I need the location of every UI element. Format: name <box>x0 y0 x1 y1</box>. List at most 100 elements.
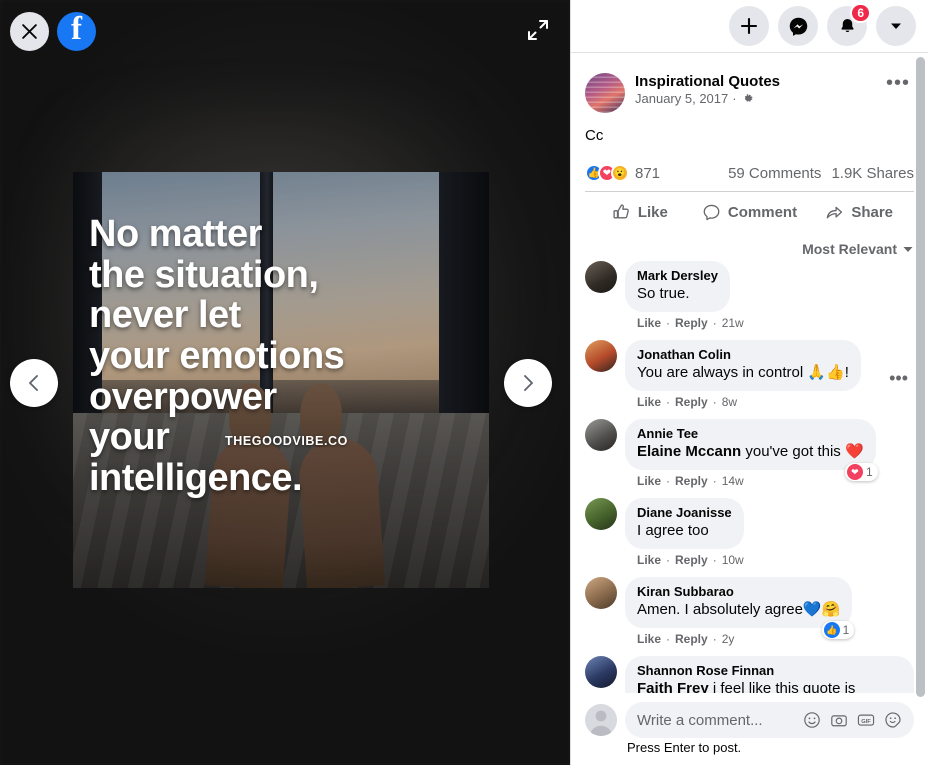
comment-bubble: Diane Joanisse I agree too <box>625 498 744 549</box>
messenger-button[interactable] <box>778 6 818 46</box>
reactions-summary[interactable]: 👍 ❤ 😮 871 <box>585 164 660 182</box>
comment-author[interactable]: Annie Tee <box>637 426 864 442</box>
default-avatar-icon <box>589 710 613 736</box>
notifications-button[interactable]: 6 <box>827 3 871 46</box>
composer-row: Write a comment... GIF <box>585 702 914 738</box>
comment-reply-button[interactable]: Reply <box>675 395 708 409</box>
post-date[interactable]: January 5, 2017 <box>635 91 728 106</box>
fullscreen-button[interactable] <box>522 14 554 46</box>
comment-input-placeholder: Write a comment... <box>637 711 763 729</box>
gear-icon[interactable] <box>741 92 754 105</box>
avatar[interactable] <box>585 498 617 530</box>
comments-count[interactable]: 59 Comments <box>728 165 821 182</box>
comment-actions: Like · Reply · 10w <box>637 553 744 567</box>
expand-icon <box>528 20 548 40</box>
comment-like-button[interactable]: Like <box>637 632 661 646</box>
stage-top-controls: f <box>10 12 96 51</box>
next-photo-button[interactable] <box>504 358 552 407</box>
comment-reply-button[interactable]: Reply <box>675 553 708 567</box>
close-button[interactable] <box>10 12 49 51</box>
close-icon <box>22 24 37 39</box>
page-name[interactable]: Inspirational Quotes <box>635 73 872 90</box>
comment-reply-button[interactable]: Reply <box>675 474 708 488</box>
reaction-icons: 👍 ❤ 😮 <box>585 164 629 182</box>
reaction-wow-icon: 😮 <box>611 164 629 182</box>
shares-count[interactable]: 1.9K Shares <box>831 165 914 182</box>
post-options-button[interactable]: ••• <box>882 73 914 93</box>
comment-mention[interactable]: Elaine Mccann <box>637 443 741 460</box>
post-sidebar: 6 Inspirational Quotes January 5, 2017 · <box>570 0 928 765</box>
comment-bubble: Annie Tee Elaine Mccann you've got this … <box>625 419 878 481</box>
comment-bubble: Kiran Subbarao Amen. I absolutely agree💙… <box>625 577 855 639</box>
comment-timestamp: 21w <box>721 316 744 330</box>
comment-bubble-icon <box>703 204 720 221</box>
comment-label: Comment <box>727 204 798 221</box>
gif-icon[interactable]: GIF <box>857 711 875 729</box>
comment-reply-button[interactable]: Reply <box>675 632 708 646</box>
share-button[interactable]: Share <box>804 196 914 229</box>
comment-timestamp: 2y <box>721 632 735 646</box>
emoji-icon[interactable] <box>803 711 821 729</box>
account-menu-button[interactable] <box>876 6 916 46</box>
comment-sort-selector[interactable]: Most Relevant <box>585 233 914 261</box>
create-button[interactable] <box>729 6 769 46</box>
comment-reaction-badge[interactable]: 👍 1 <box>821 621 855 639</box>
avatar[interactable] <box>585 656 617 688</box>
facebook-logo-button[interactable]: f <box>57 12 96 51</box>
comment-like-button[interactable]: Like <box>637 395 661 409</box>
avatar[interactable] <box>585 261 617 293</box>
comment-actions: Like · Reply · 21w <box>637 316 744 330</box>
avatar[interactable] <box>585 577 617 609</box>
comment-author[interactable]: Kiran Subbarao <box>637 584 840 600</box>
comment-item: Annie Tee Elaine Mccann you've got this … <box>585 419 914 494</box>
comment-author[interactable]: Jonathan Colin <box>637 347 849 363</box>
sticker-icon[interactable] <box>884 711 902 729</box>
comment-bubble: Mark Dersley So true. <box>625 261 730 312</box>
quote-line-2: the situation, <box>89 253 319 296</box>
post-date-row: January 5, 2017 · <box>635 91 872 106</box>
reaction-love-icon: ❤ <box>846 464 863 480</box>
avatar[interactable] <box>585 419 617 451</box>
comment-author[interactable]: Diane Joanisse <box>637 505 732 521</box>
previous-photo-button[interactable] <box>10 358 58 407</box>
comment-timestamp: 10w <box>721 553 744 567</box>
comment-item: Jonathan Colin You are always in control… <box>585 340 914 415</box>
avatar[interactable] <box>585 340 617 372</box>
comment-actions: Like · Reply · 8w <box>637 395 738 409</box>
sidebar-scrollbar[interactable] <box>916 57 925 697</box>
comment-author[interactable]: Mark Dersley <box>637 268 718 284</box>
comment-like-button[interactable]: Like <box>637 316 661 330</box>
comment-author[interactable]: Shannon Rose Finnan <box>637 663 902 679</box>
share-arrow-icon <box>827 206 843 219</box>
comment-options-button[interactable]: ••• <box>883 367 914 389</box>
comment-text-rest: you've got this ❤️ <box>741 443 864 460</box>
comment-body: Mark Dersley So true. Like · Reply · 21w <box>625 261 914 336</box>
comment-reply-button[interactable]: Reply <box>675 316 708 330</box>
comment-item: Mark Dersley So true. Like · Reply · 21w <box>585 261 914 336</box>
comment-like-button[interactable]: Like <box>637 474 661 488</box>
camera-icon[interactable] <box>830 711 848 729</box>
photo-viewer: f No matter the situation, never let you… <box>0 0 928 765</box>
facebook-logo-letter: f <box>71 11 82 47</box>
post-scroll-area[interactable]: Inspirational Quotes January 5, 2017 · •… <box>571 53 928 765</box>
svg-text:GIF: GIF <box>861 719 871 725</box>
comment-body: Kiran Subbarao Amen. I absolutely agree💙… <box>625 577 914 652</box>
photo-image[interactable]: No matter the situation, never let your … <box>73 172 489 588</box>
share-label: Share <box>851 204 894 221</box>
comment-reaction-badge[interactable]: ❤ 1 <box>844 463 878 481</box>
comment-input[interactable]: Write a comment... GIF <box>625 702 914 738</box>
comment-item: Diane Joanisse I agree too Like · Reply … <box>585 498 914 573</box>
comment-button[interactable]: Comment <box>695 196 805 229</box>
avatar[interactable] <box>585 704 617 736</box>
post-date-separator: · <box>732 91 737 106</box>
quote-line-1: No matter <box>89 213 262 255</box>
reaction-count: 871 <box>635 164 661 182</box>
comment-body: Annie Tee Elaine Mccann you've got this … <box>625 419 914 494</box>
post-counts: 59 Comments 1.9K Shares <box>728 165 914 182</box>
like-button[interactable]: Like <box>585 196 695 229</box>
page-avatar[interactable] <box>585 73 625 113</box>
comment-like-button[interactable]: Like <box>637 553 661 567</box>
composer-hint: Press Enter to post. <box>627 740 742 755</box>
post-meta: Inspirational Quotes January 5, 2017 · <box>635 73 872 106</box>
photo-stage: f No matter the situation, never let you… <box>0 0 570 765</box>
